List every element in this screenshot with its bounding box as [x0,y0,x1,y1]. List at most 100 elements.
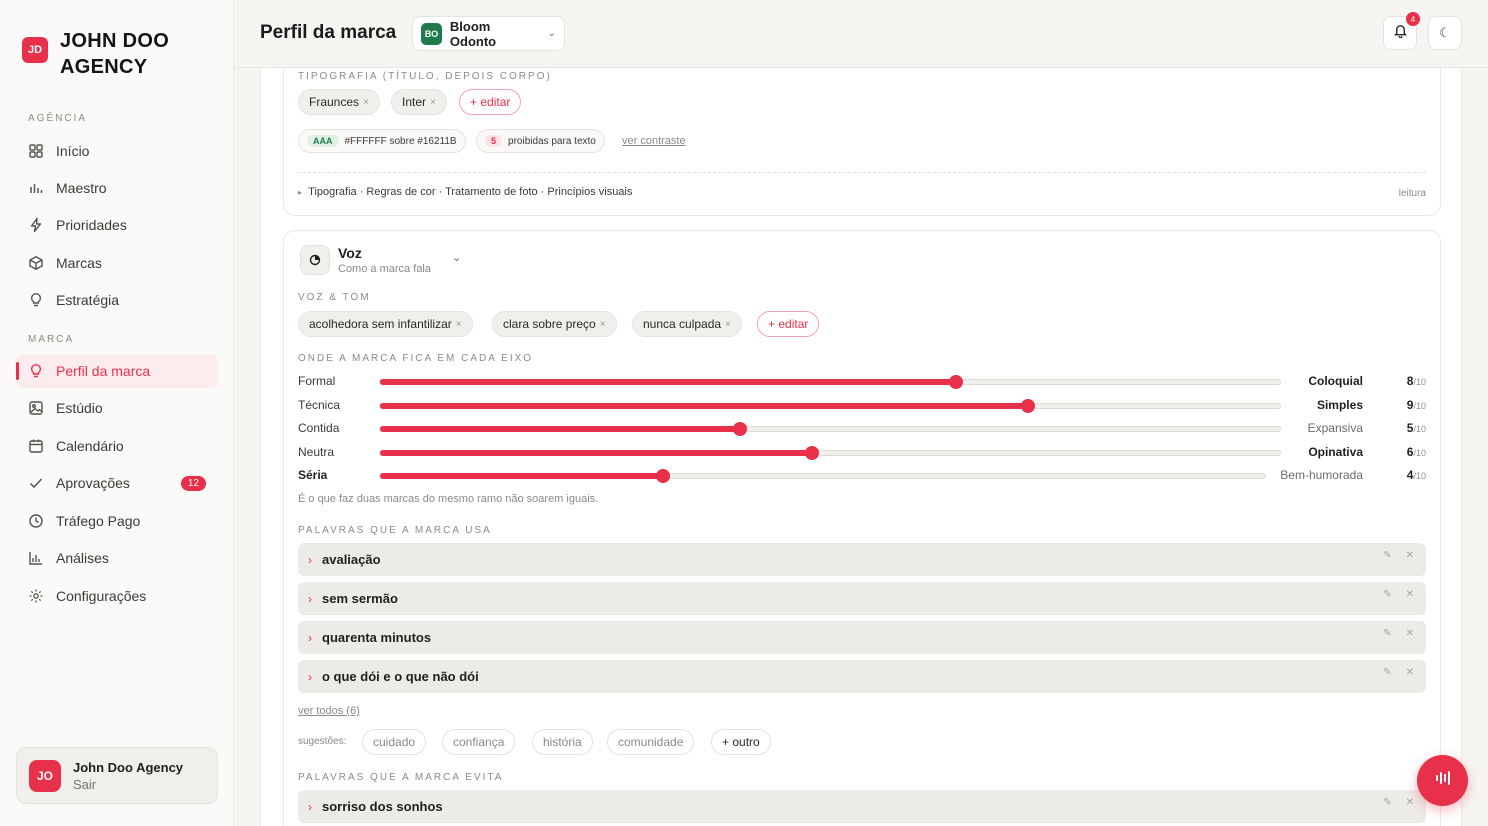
close-icon[interactable]: × [725,319,731,330]
sidebar-item-calendario[interactable]: Calendário [16,429,218,463]
nav-section-marca: MARCA [28,334,75,345]
chip-label: Fraunces [309,95,360,109]
moon-icon: ☾ [1439,25,1451,40]
slider-fill [380,403,1028,409]
sidebar-item-estrategia[interactable]: Estratégia [16,283,218,317]
close-icon[interactable]: ✕ [1406,667,1414,678]
pencil-icon[interactable]: ✎ [1383,628,1391,639]
sidebar-item-prioridades[interactable]: Prioridades [16,208,218,242]
axis-slider[interactable] [379,422,1281,436]
sidebar: JD JOHN DOO AGENCY AGÊNCIA Início Maestr… [0,0,234,826]
main-content[interactable]: TIPOGRAFIA (TÍTULO, DEPOIS CORPO) Fraunc… [260,68,1462,826]
page-title: Perfil da marca [260,22,397,43]
axis-slider-row: Técnica Simples 9/10 [298,395,1426,415]
sidebar-item-analises[interactable]: Análises [16,541,218,575]
axis-value-denominator: /10 [1413,401,1426,411]
tone-chip[interactable]: acolhedora sem infantilizar × [298,311,473,337]
close-icon[interactable]: ✕ [1406,589,1414,600]
chip-label: clara sobre preço [503,317,596,331]
axis-slider-row: Neutra Opinativa 6/10 [298,442,1426,462]
typography-label: TIPOGRAFIA (TÍTULO, DEPOIS CORPO) [298,71,552,82]
close-icon[interactable]: × [456,319,462,330]
axis-right-label: Bem-humorada [1280,468,1363,482]
slider-thumb[interactable] [656,469,671,483]
sidebar-item-marcas[interactable]: Marcas [16,246,218,280]
sidebar-item-aprovacoes[interactable]: Aprovações 12 [16,466,218,500]
pencil-icon[interactable]: ✎ [1383,797,1391,808]
slider-thumb[interactable] [949,375,963,389]
sidebar-item-trafego-pago[interactable]: Tráfego Pago [16,504,218,538]
grid-icon [28,143,44,159]
pie-chart-icon [300,245,330,275]
voice-assistant-fab[interactable] [1417,755,1468,806]
chip-label: acolhedora sem infantilizar [309,317,452,331]
sidebar-item-label: Maestro [56,180,107,196]
close-icon[interactable]: × [600,319,606,330]
view-contrast-link[interactable]: ver contraste [622,135,686,147]
pencil-icon[interactable]: ✎ [1383,667,1391,678]
font-chip-fraunces[interactable]: Fraunces × [298,89,380,115]
notifications-button[interactable]: 4 [1383,12,1420,50]
list-item[interactable]: › sem sermão ✎ ✕ [298,582,1426,615]
bolt-icon [28,217,44,233]
axis-value-denominator: /10 [1413,448,1426,458]
suggestion-chip[interactable]: comunidade [607,729,695,755]
top-header: Perfil da marca BO Bloom Odonto ⌄ 4 ☾ [234,0,1488,68]
slider-thumb[interactable] [1021,399,1035,413]
contrast-text: #FFFFFF sobre #16211B [344,135,457,147]
agency-logo[interactable]: JD JOHN DOO AGENCY [22,28,180,80]
list-item[interactable]: › avaliação ✎ ✕ [298,543,1426,576]
sidebar-item-inicio[interactable]: Início [16,134,218,168]
sidebar-item-estudio[interactable]: Estúdio [16,391,218,425]
chart-icon [28,550,44,566]
axis-slider[interactable] [379,399,1281,413]
chevron-right-icon: › [308,669,312,684]
list-item[interactable]: › sorriso dos sonhos ✎ ✕ [298,790,1426,823]
close-icon[interactable]: ✕ [1406,628,1414,639]
pencil-icon[interactable]: ✎ [1383,550,1391,561]
see-all-link[interactable]: ver todos (6) [298,705,360,717]
chevron-down-icon[interactable]: ⌄ [452,251,461,264]
list-item[interactable]: › o que dói e o que não dói ✎ ✕ [298,660,1426,693]
list-item[interactable]: › quarenta minutos ✎ ✕ [298,621,1426,654]
notification-count-badge: 4 [1406,12,1420,26]
edit-typography-button[interactable]: + editar [459,89,522,115]
add-other-button[interactable]: + outro [711,729,771,755]
font-chip-inter[interactable]: Inter × [391,89,447,115]
audio-bars-icon [1433,768,1453,793]
close-icon[interactable]: × [430,97,436,108]
bars-icon [28,180,44,196]
sidebar-item-perfil-da-marca[interactable]: Perfil da marca [16,354,218,388]
uses-words-label: PALAVRAS QUE A MARCA USA [298,525,492,536]
logout-link[interactable]: Sair [73,777,183,792]
word-text: sorriso dos sonhos [322,799,443,814]
visual-identity-card: TIPOGRAFIA (TÍTULO, DEPOIS CORPO) Fraunc… [283,68,1441,216]
axis-slider[interactable] [379,469,1266,483]
section-subtitle: Como a marca fala [338,263,431,275]
visual-rules-summary[interactable]: ▸ Tipografia · Regras de cor · Tratament… [298,186,632,198]
close-icon[interactable]: × [363,97,369,108]
axis-slider[interactable] [379,446,1281,460]
suggestion-chip[interactable]: história [532,729,593,755]
brand-name: Bloom Odonto [449,18,497,49]
pencil-icon[interactable]: ✎ [1383,589,1391,600]
theme-toggle-button[interactable]: ☾ [1428,16,1462,50]
close-icon[interactable]: ✕ [1406,550,1414,561]
close-icon[interactable]: ✕ [1406,797,1414,808]
edit-tones-button[interactable]: + editar [757,311,820,337]
slider-fill [380,450,812,456]
suggestion-chip[interactable]: cuidado [362,729,427,755]
contrast-rating-badge: AAA [307,135,339,147]
suggestion-chip[interactable]: confiança [442,729,516,755]
slider-thumb[interactable] [733,422,747,436]
brand-selector[interactable]: BO Bloom Odonto ⌄ [412,16,565,51]
sidebar-item-configuracoes[interactable]: Configurações [16,579,218,613]
voice-tone-label: VOZ & TOM [298,292,371,303]
sidebar-item-label: Tráfego Pago [56,513,141,529]
user-card[interactable]: JO John Doo Agency Sair [16,747,218,804]
slider-thumb[interactable] [805,446,819,460]
tone-chip[interactable]: nunca culpada × [632,311,742,337]
sidebar-item-maestro[interactable]: Maestro [16,171,218,205]
tone-chip[interactable]: clara sobre preço × [492,311,617,337]
axis-slider[interactable] [379,375,1281,389]
